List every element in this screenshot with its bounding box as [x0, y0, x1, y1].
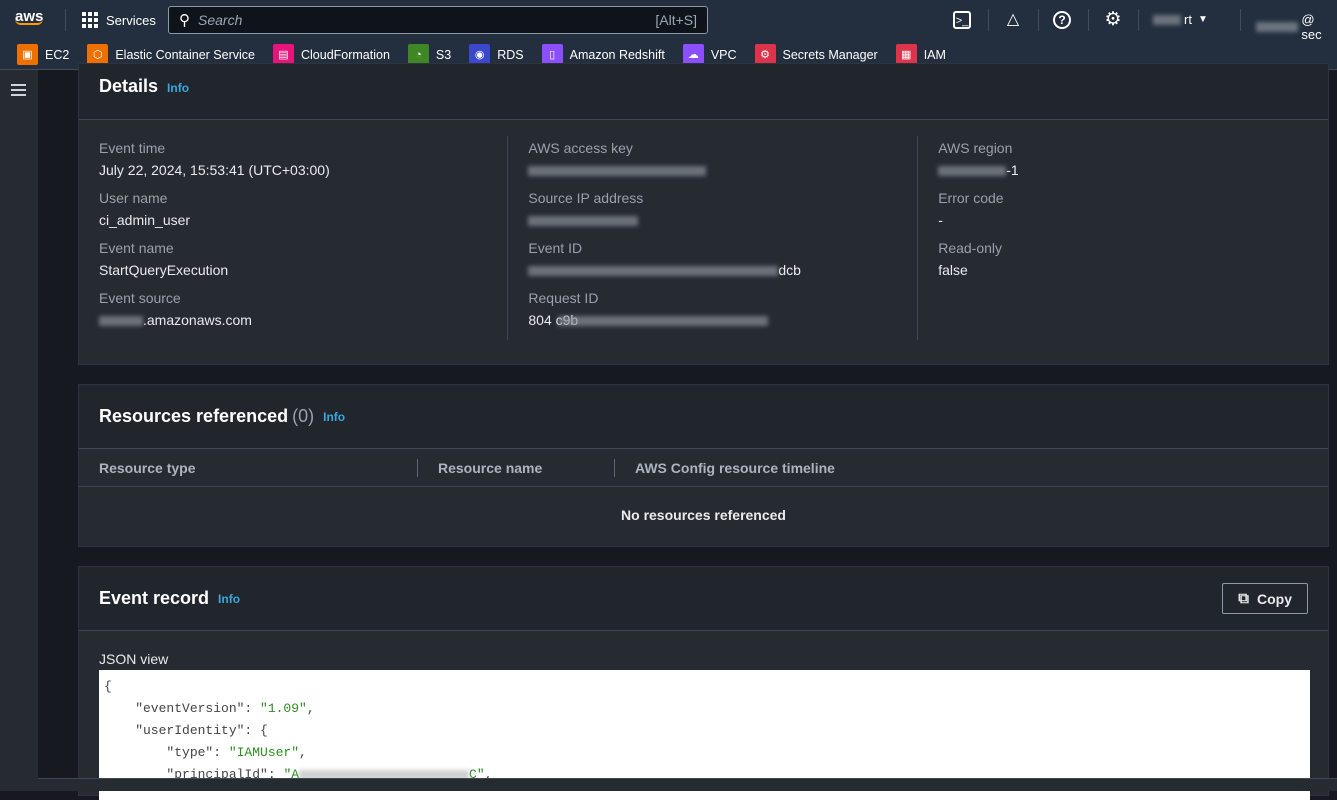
resources-title: Resources referenced (0)	[99, 406, 315, 426]
favorite-iam[interactable]: ▦ IAM	[895, 44, 946, 65]
json-line: {	[104, 679, 112, 694]
event-record-title: Event record	[99, 588, 210, 608]
favorite-label: S3	[435, 47, 452, 62]
resources-panel: Resources referenced (0) Info Resource ty…	[78, 384, 1329, 547]
favorite-s3[interactable]: ◔ S3	[407, 44, 452, 65]
field-label: Source IP address	[528, 190, 644, 206]
empty-state: No resources referenced	[621, 507, 786, 523]
details-column-2: AWS access key Source IP address Event I…	[508, 136, 919, 340]
ec2-icon: ▣	[17, 44, 38, 65]
favorite-amazon-redshift[interactable]: ▯ Amazon Redshift	[541, 44, 665, 65]
field-label: Event ID	[528, 240, 583, 256]
field-label: Error code	[938, 190, 1004, 206]
favorite-secrets-manager[interactable]: ⚙ Secrets Manager	[754, 44, 878, 65]
details-column-1: Event time July 22, 2024, 15:53:41 (UTC+0…	[99, 136, 509, 340]
column-config-timeline[interactable]: AWS Config resource timeline	[615, 459, 835, 477]
favorite-elastic-container-service[interactable]: ⬡ Elastic Container Service	[87, 44, 255, 65]
field-label: AWS region	[938, 140, 1013, 156]
favorite-label: VPC	[710, 47, 737, 62]
top-navigation: aws Services ⚲ Search [Alt+S] >_ △ ? ⚙ r…	[0, 0, 1337, 42]
event-record-panel: Event record Info ⧉ Copy JSON view { "eve…	[78, 566, 1329, 800]
favorite-vpc[interactable]: ☁ VPC	[682, 44, 737, 65]
details-column-3: AWS region -1 Error code - Read-only false	[918, 136, 1328, 340]
source-ip	[528, 212, 907, 228]
access-key	[528, 162, 907, 178]
favorite-label: CloudFormation	[300, 47, 390, 62]
field-label: Read-only	[938, 240, 1003, 256]
search-input[interactable]: ⚲ Search [Alt+S]	[168, 6, 708, 34]
field-label: Event name	[99, 240, 174, 256]
favorite-cloudformation[interactable]: ▤ CloudFormation	[272, 44, 390, 65]
account-menu[interactable]: rt ▼	[1153, 12, 1208, 27]
details-info-link[interactable]: Info	[167, 81, 189, 95]
resources-table-header: Resource type Resource name AWS Config r…	[79, 449, 1328, 487]
favorite-label: RDS	[497, 47, 524, 62]
horizontal-scrollbar[interactable]	[38, 778, 1337, 791]
event-record-info-link[interactable]: Info	[218, 592, 240, 606]
field-label: AWS access key	[528, 140, 633, 156]
favorite-rds[interactable]: ◉ RDS	[469, 44, 524, 65]
user-menu[interactable]: @ sec	[1256, 12, 1337, 42]
aws-logo[interactable]: aws	[15, 8, 49, 25]
menu-icon[interactable]	[11, 84, 26, 99]
field-label: User name	[99, 190, 168, 206]
secrets-manager-icon: ⚙	[754, 44, 776, 65]
json-view-label: JSON view	[99, 651, 169, 667]
read-only: false	[938, 262, 968, 278]
ecs-icon: ⬡	[87, 44, 109, 65]
search-icon: ⚲	[179, 12, 190, 29]
event-name: StartQueryExecution	[99, 262, 229, 278]
details-title: Details	[99, 76, 159, 96]
help-icon[interactable]: ?	[1053, 11, 1071, 29]
copy-icon: ⧉	[1238, 590, 1249, 607]
resources-info-link[interactable]: Info	[323, 410, 345, 424]
column-resource-name[interactable]: Resource name	[418, 458, 615, 477]
details-panel: Details Info Event time July 22, 2024, 15…	[78, 63, 1329, 365]
copy-button[interactable]: ⧉ Copy	[1222, 583, 1308, 614]
field-label: Request ID	[528, 290, 599, 306]
caret-down-icon: ▼	[1197, 14, 1208, 25]
s3-icon: ◔	[407, 44, 429, 65]
side-navigation	[0, 70, 38, 791]
cloudshell-icon[interactable]: >_	[953, 11, 971, 29]
favorite-label: Secrets Manager	[782, 47, 878, 62]
user-name: ci_admin_user	[99, 212, 191, 228]
services-menu-button[interactable]: Services	[82, 12, 156, 28]
favorite-label: EC2	[45, 47, 70, 62]
error-code: -	[938, 212, 943, 228]
redshift-icon: ▯	[541, 44, 563, 65]
field-label: Event source	[99, 290, 181, 306]
iam-icon: ▦	[895, 44, 917, 65]
event-source: .amazonaws.com	[99, 312, 497, 328]
field-label: Event time	[99, 140, 166, 156]
favorite-label: Elastic Container Service	[115, 47, 255, 62]
favorite-label: Amazon Redshift	[569, 47, 665, 62]
json-line: "type": "IAMUser",	[104, 745, 307, 760]
vpc-icon: ☁	[682, 44, 704, 65]
json-line: "userIdentity": {	[104, 723, 268, 738]
aws-region: -1	[938, 162, 1318, 178]
favorite-label: IAM	[923, 47, 946, 62]
event-id: dcb	[528, 262, 907, 278]
settings-gear-icon[interactable]: ⚙	[1103, 10, 1123, 30]
request-id: 804 c9b	[528, 312, 907, 328]
grid-icon	[82, 12, 98, 28]
cloudformation-icon: ▤	[272, 44, 294, 65]
favorite-ec2[interactable]: ▣ EC2	[17, 44, 69, 65]
rds-icon: ◉	[469, 44, 491, 65]
json-line: "eventVersion": "1.09",	[104, 701, 315, 716]
notifications-bell-icon[interactable]: △	[1003, 10, 1023, 30]
column-resource-type[interactable]: Resource type	[79, 458, 418, 477]
event-time: July 22, 2024, 15:53:41 (UTC+03:00)	[99, 162, 330, 178]
